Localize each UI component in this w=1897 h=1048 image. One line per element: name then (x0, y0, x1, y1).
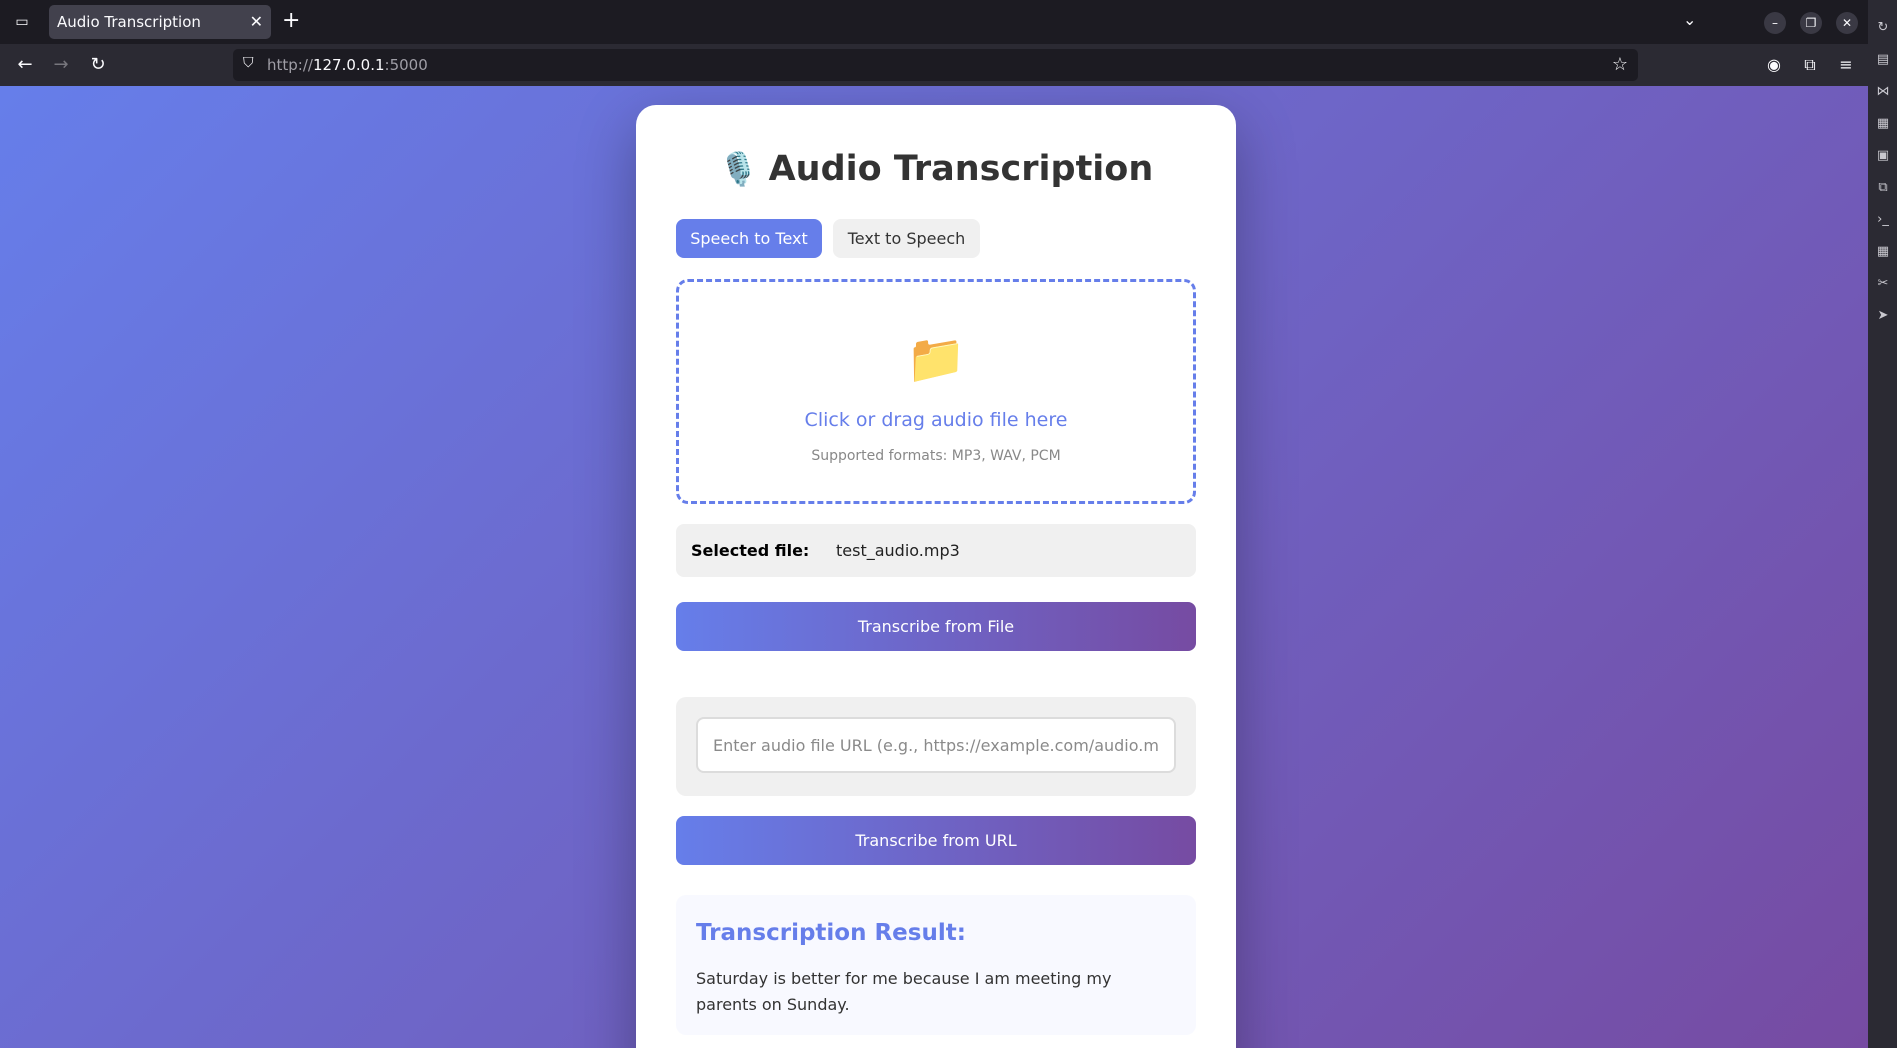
browser-tab[interactable]: Audio Transcription ✕ (49, 5, 271, 39)
selected-file-info: Selected file: test_audio.mp3 (676, 524, 1196, 577)
url-text[interactable]: http://127.0.0.1:5000 (267, 56, 428, 74)
extensions-icon[interactable]: ⧉ (1799, 54, 1821, 76)
sync-icon[interactable]: ↻ (1874, 20, 1892, 38)
result-title: Transcription Result: (696, 920, 966, 946)
grid-icon[interactable]: ▦ (1874, 116, 1892, 134)
selected-file-name: test_audio.mp3 (836, 541, 960, 560)
account-icon[interactable]: ◉ (1763, 54, 1785, 76)
shield-icon[interactable]: ⛉ (243, 55, 254, 71)
file-dropzone[interactable]: 📁 Click or drag audio file here Supporte… (676, 279, 1196, 504)
page-title: 🎙️ Audio Transcription (718, 149, 1154, 189)
calendar-icon[interactable]: ▣ (1874, 148, 1892, 166)
browser-sidebar: ↻ ▤ ⋈ ▦ ▣ ⧉ ›_ ▦ ✂ ➤ (1868, 0, 1897, 1048)
audio-url-input[interactable] (696, 717, 1176, 773)
copy-icon[interactable]: ⧉ (1874, 180, 1892, 198)
reload-icon[interactable]: ↻ (86, 53, 110, 77)
tab-speech-to-text[interactable]: Speech to Text (676, 219, 822, 258)
address-bar[interactable]: ⛉ http://127.0.0.1:5000 ☆ (233, 49, 1638, 81)
browser-tab-title: Audio Transcription (57, 13, 201, 31)
transcription-result: Transcription Result: Saturday is better… (676, 895, 1196, 1035)
url-section (676, 697, 1196, 796)
microphone-icon: 🎙️ (718, 150, 759, 188)
dropzone-main-text: Click or drag audio file here (804, 409, 1068, 431)
menu-icon[interactable]: ≡ (1835, 54, 1857, 76)
folder-icon: 📁 (906, 331, 966, 387)
dropzone-sub-text: Supported formats: MP3, WAV, PCM (811, 448, 1061, 464)
document-icon[interactable]: ▤ (1874, 52, 1892, 70)
tab-text-to-speech[interactable]: Text to Speech (833, 219, 980, 258)
selected-file-label: Selected file: (691, 541, 810, 560)
tab-list-icon[interactable]: ▭ (12, 12, 32, 32)
app-card: 🎙️ Audio Transcription Speech to Text Tex… (636, 105, 1236, 1048)
close-window-icon[interactable]: ✕ (1836, 12, 1858, 34)
send-icon[interactable]: ➤ (1874, 308, 1892, 326)
minimize-icon[interactable]: – (1764, 12, 1786, 34)
transcribe-url-button[interactable]: Transcribe from URL (676, 816, 1196, 865)
apps-icon[interactable]: ▦ (1874, 244, 1892, 262)
transcribe-file-button[interactable]: Transcribe from File (676, 602, 1196, 651)
tools-icon[interactable]: ✂ (1874, 276, 1892, 294)
share-icon[interactable]: ⋈ (1874, 84, 1892, 102)
forward-arrow-icon[interactable]: → (49, 53, 73, 77)
back-arrow-icon[interactable]: ← (13, 53, 37, 77)
new-tab-icon[interactable]: + (282, 8, 300, 34)
page-viewport: 🎙️ Audio Transcription Speech to Text Tex… (0, 86, 1868, 1048)
bookmark-star-icon[interactable]: ☆ (1612, 54, 1628, 75)
close-tab-icon[interactable]: ✕ (250, 12, 263, 31)
terminal-icon[interactable]: ›_ (1874, 212, 1892, 230)
chevron-down-icon[interactable]: ⌄ (1683, 10, 1696, 29)
browser-nav-bar: ← → ↻ ⛉ http://127.0.0.1:5000 ☆ ◉ ⧉ ≡ (0, 44, 1897, 86)
result-text: Saturday is better for me because I am m… (696, 969, 1112, 1014)
browser-tab-bar: ▭ Audio Transcription ✕ + ⌄ – ❐ ✕ (0, 0, 1897, 44)
restore-icon[interactable]: ❐ (1800, 12, 1822, 34)
